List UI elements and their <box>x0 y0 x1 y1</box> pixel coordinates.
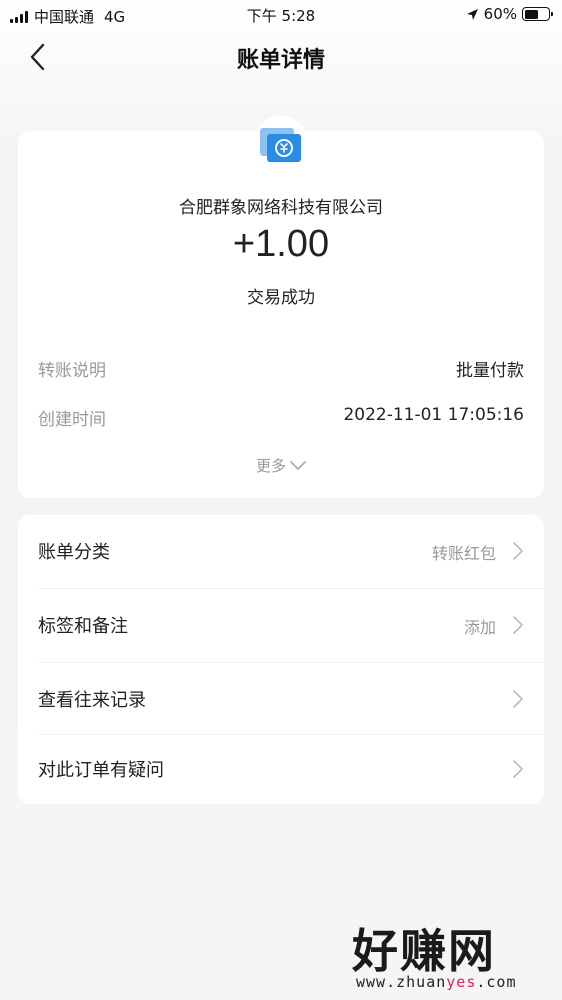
transaction-amount: +1.00 <box>232 223 330 265</box>
nav-bar: 账单详情 <box>0 30 562 86</box>
detail-value: 2022-11-01 17:05:16 <box>343 405 524 425</box>
detail-value: 批量付款 <box>456 361 524 381</box>
menu-item-label: 对此订单有疑问 <box>38 760 164 781</box>
status-bar-right: 60% <box>466 5 553 23</box>
battery-percent: 60% <box>483 5 517 23</box>
detail-row-created-time: 创建时间 2022-11-01 17:05:16 <box>38 405 524 431</box>
battery-level <box>524 9 539 19</box>
watermark-url-highlight: yes <box>446 973 477 991</box>
page-title: 账单详情 <box>236 48 325 73</box>
detail-label: 转账说明 <box>38 361 106 381</box>
chevron-right-icon <box>513 542 523 560</box>
menu-item-label: 账单分类 <box>38 542 110 563</box>
options-card: 账单分类 转账红包 标签和备注 添加 查看往来记录 对此订单有疑问 <box>18 515 544 804</box>
chevron-down-icon <box>290 460 306 470</box>
chevron-right-icon <box>513 690 523 708</box>
watermark-url: www.zhuanyes.com <box>356 973 517 991</box>
transaction-card: 合肥群象网络科技有限公司 +1.00 交易成功 转账说明 批量付款 创建时间 2… <box>18 131 544 498</box>
detail-label: 创建时间 <box>38 410 106 430</box>
chevron-right-icon <box>513 760 523 778</box>
chevron-right-icon <box>513 616 523 634</box>
menu-item-bill-category[interactable]: 账单分类 转账红包 <box>18 515 544 587</box>
more-button[interactable]: 更多 <box>18 455 544 476</box>
battery-icon <box>522 7 553 21</box>
menu-item-question[interactable]: 对此订单有疑问 <box>18 733 544 805</box>
menu-item-tags-notes[interactable]: 标签和备注 添加 <box>18 589 544 661</box>
watermark-title: 好赚网 <box>352 924 496 978</box>
watermark-url-suffix: .com <box>476 973 517 991</box>
transaction-icon-badge <box>253 116 309 172</box>
menu-item-value: 转账红包 <box>431 544 496 563</box>
detail-row-transfer-note: 转账说明 批量付款 <box>38 356 524 382</box>
merchant-name: 合肥群象网络科技有限公司 <box>179 198 383 218</box>
status-bar: 中国联通 4G 下午 5:28 60% <box>0 0 562 30</box>
watermark: 好赚网 www.zhuanyes.com <box>352 915 552 995</box>
transaction-status: 交易成功 <box>247 288 315 308</box>
menu-item-label: 查看往来记录 <box>38 690 146 711</box>
more-label: 更多 <box>255 457 286 475</box>
menu-item-history[interactable]: 查看往来记录 <box>18 663 544 735</box>
watermark-url-prefix: www.zhuan <box>356 973 447 991</box>
transfer-icon <box>260 128 301 162</box>
menu-item-label: 标签和备注 <box>38 616 128 637</box>
location-arrow-icon <box>466 8 478 20</box>
menu-item-value: 添加 <box>463 618 496 637</box>
